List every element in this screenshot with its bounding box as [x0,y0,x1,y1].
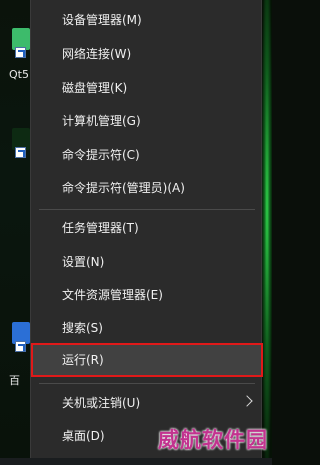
menu-separator [39,383,255,384]
menu-item-run[interactable]: 运行(R) [31,343,263,377]
menu-item-search[interactable]: 搜索(S) [31,311,263,345]
shortcut-arrow-icon [15,147,26,158]
power-user-menu: 设备管理器(M) 网络连接(W) 磁盘管理(K) 计算机管理(G) 命令提示符(… [30,0,263,465]
menu-item-file-explorer[interactable]: 文件资源管理器(E) [31,278,263,312]
desktop-icon-label: Qt5 [9,68,29,81]
menu-separator [39,209,255,210]
menu-item-shutdown-label: 关机或注销(U) [62,396,141,410]
app-icon-2[interactable] [12,128,30,158]
menu-item-computer-management[interactable]: 计算机管理(G) [31,104,263,138]
chevron-right-icon [241,395,253,407]
menu-item-command-prompt[interactable]: 命令提示符(C) [31,138,263,172]
watermark-text: 威航软件园 [158,427,268,452]
shortcut-arrow-icon [15,47,26,58]
menu-item-command-prompt-admin[interactable]: 命令提示符(管理员)(A) [31,171,263,205]
desktop-background-right [262,0,272,465]
menu-item-shutdown[interactable]: 关机或注销(U) [31,386,263,420]
menu-item-task-manager[interactable]: 任务管理器(T) [31,211,263,245]
qt-icon[interactable] [12,28,30,58]
menu-item-device-manager[interactable]: 设备管理器(M) [31,3,263,37]
taskbar [0,458,272,465]
menu-item-disk-management[interactable]: 磁盘管理(K) [31,71,263,105]
menu-item-network-connections[interactable]: 网络连接(W) [31,37,263,71]
baidu-icon[interactable] [12,322,30,352]
desktop-icon-label: 百 [9,374,20,387]
menu-item-settings[interactable]: 设置(N) [31,245,263,279]
shortcut-arrow-icon [15,341,26,352]
